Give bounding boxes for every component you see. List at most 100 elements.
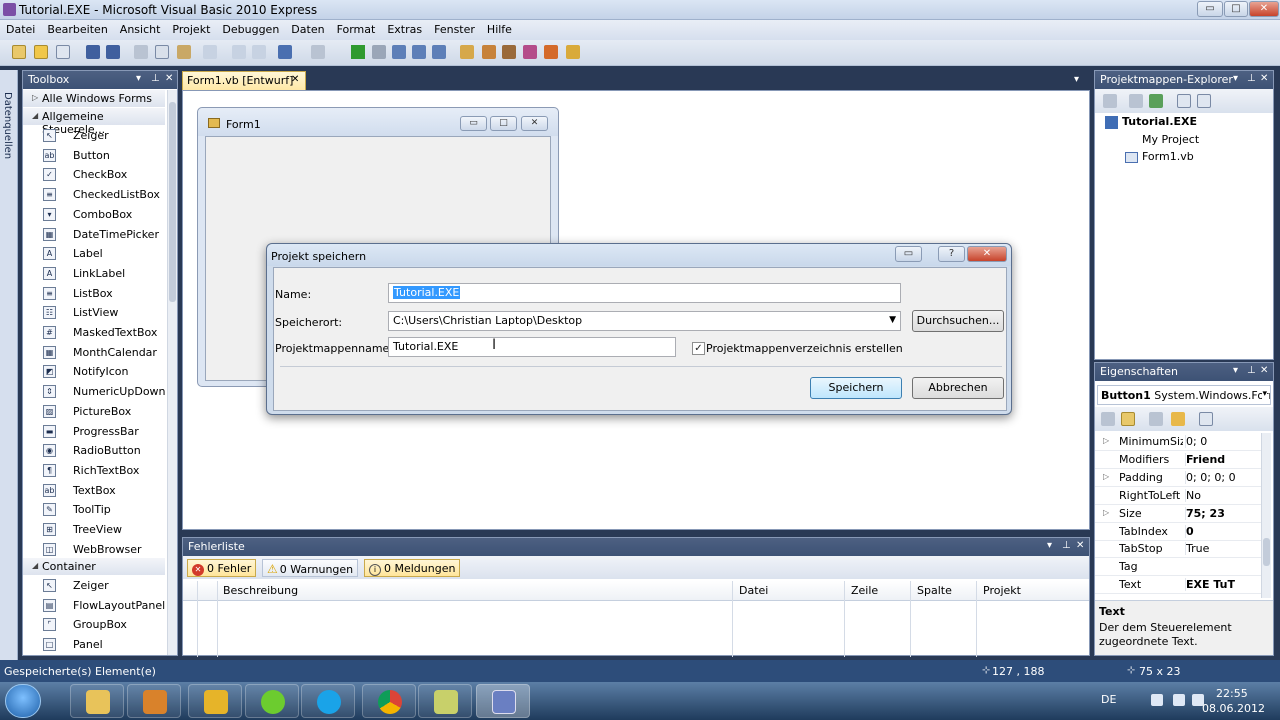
alphabetical-icon[interactable] <box>1121 412 1135 426</box>
view-code-icon[interactable] <box>1177 94 1191 108</box>
toolbox-item-datetimepicker[interactable]: ▦ DateTimePicker <box>23 225 165 244</box>
toolbox-item-listbox[interactable]: ≡ ListBox <box>23 284 165 303</box>
restore-button[interactable]: ▭ <box>895 246 922 262</box>
pin-icon[interactable]: ⊥ <box>151 73 160 84</box>
property-row-tabindex[interactable]: TabIndex 0 <box>1095 523 1261 541</box>
menu-bearbeiten[interactable]: Bearbeiten <box>41 20 113 36</box>
new-project-icon[interactable] <box>12 45 26 59</box>
start-page-icon[interactable] <box>544 45 558 59</box>
toolbox-item-combobox[interactable]: ▾ ComboBox <box>23 205 165 224</box>
properties-scrollbar[interactable] <box>1261 433 1271 598</box>
stop-icon[interactable] <box>372 45 386 59</box>
toolbox-item-numericupdown[interactable]: ⇕ NumericUpDown <box>23 382 166 401</box>
messages-filter-button[interactable]: i0 Meldungen <box>364 559 461 577</box>
battery-icon[interactable] <box>1173 694 1185 706</box>
toolbox-item-radiobutton[interactable]: ◉ RadioButton <box>23 441 165 460</box>
browse-button[interactable]: Durchsuchen... <box>912 310 1004 332</box>
menu-format[interactable]: Format <box>331 20 382 36</box>
toolbox-item-monthcalendar[interactable]: ▦ MonthCalendar <box>23 343 165 362</box>
property-row-tabstop[interactable]: TabStop True <box>1095 540 1261 559</box>
warnings-filter-button[interactable]: ⚠ 0 Warnungen <box>262 559 359 577</box>
toolbox-item-treeview[interactable]: ⊞ TreeView <box>23 520 165 539</box>
close-icon[interactable]: ✕ <box>1260 365 1268 376</box>
events-icon[interactable] <box>1171 412 1185 426</box>
tab-form1-design[interactable]: Form1.vb [Entwurf] ✕ <box>182 71 306 90</box>
save-all-icon[interactable] <box>106 45 120 59</box>
properties-icon[interactable] <box>1149 412 1163 426</box>
add-item-icon[interactable] <box>56 45 70 59</box>
redo-icon[interactable] <box>311 45 325 59</box>
property-row-minimumsiz[interactable]: ▷ MinimumSiz 0; 0 <box>1095 433 1261 451</box>
scroll-thumb[interactable] <box>1263 538 1270 566</box>
property-row-righttoleft[interactable]: RightToLeft No <box>1095 487 1261 505</box>
property-row-text[interactable]: Text EXE TuT <box>1095 576 1261 595</box>
save-button[interactable]: Speichern <box>810 377 902 399</box>
categorized-icon[interactable] <box>1101 412 1115 426</box>
toolbox-item-zeiger[interactable]: ↖ Zeiger <box>23 576 165 595</box>
toolbox-scrollbar[interactable] <box>167 90 177 655</box>
chevron-down-icon[interactable]: ▾ <box>1047 540 1052 551</box>
undo-icon[interactable] <box>278 45 292 59</box>
chevron-down-icon[interactable]: ▾ <box>1074 74 1079 85</box>
close-icon[interactable]: ✕ <box>291 74 299 85</box>
extensions-icon[interactable] <box>566 45 580 59</box>
solution-explorer-icon[interactable] <box>460 45 474 59</box>
pin-icon[interactable]: ⊥ <box>1247 365 1256 376</box>
menu-ansicht[interactable]: Ansicht <box>114 20 167 36</box>
create-directory-checkbox[interactable]: ✓ <box>692 342 705 355</box>
toolbox-item-groupbox[interactable]: ⌜ GroupBox <box>23 615 165 634</box>
step-icon[interactable] <box>392 45 406 59</box>
tree-node-my-project[interactable]: My Project <box>1125 133 1199 146</box>
maximize-button[interactable]: □ <box>1224 1 1248 17</box>
close-button[interactable]: ✕ <box>1249 1 1279 17</box>
toolbox-icon[interactable] <box>502 45 516 59</box>
errors-filter-button[interactable]: ✕ 0 Fehler <box>187 559 257 577</box>
close-icon[interactable]: ✕ <box>1260 73 1268 84</box>
pin-icon[interactable]: ⊥ <box>1247 73 1256 84</box>
toolbox-item-checkedlistbox[interactable]: ≡ CheckedListBox <box>23 185 165 204</box>
network-icon[interactable] <box>1151 694 1163 706</box>
toolbox-item-tooltip[interactable]: ✎ ToolTip <box>23 500 165 519</box>
chevron-down-icon[interactable]: ▾ <box>1233 73 1238 84</box>
copy-icon[interactable] <box>155 45 169 59</box>
minimize-button[interactable]: ▭ <box>1197 1 1223 17</box>
cut-icon[interactable] <box>134 45 148 59</box>
object-selector[interactable]: Button1 System.Windows.Form ▾ <box>1097 385 1271 405</box>
property-row-size[interactable]: ▷ Size 75; 23 <box>1095 505 1261 523</box>
menu-hilfe[interactable]: Hilfe <box>481 20 518 36</box>
taskbar-explorer-icon[interactable] <box>70 684 124 718</box>
find-icon[interactable] <box>203 45 217 59</box>
taskbar-chrome-icon[interactable] <box>362 684 416 718</box>
col-spalte[interactable]: Spalte <box>917 584 952 597</box>
taskbar-media-player-icon[interactable] <box>127 684 181 718</box>
col-projekt[interactable]: Projekt <box>983 584 1021 597</box>
tree-node-project[interactable]: Tutorial.EXE <box>1105 115 1197 129</box>
toolbox-item-maskedtextbox[interactable]: # MaskedTextBox <box>23 323 165 342</box>
toolbox-item-webbrowser[interactable]: ◫ WebBrowser <box>23 540 165 559</box>
cancel-button[interactable]: Abbrechen <box>912 377 1004 399</box>
chevron-down-icon[interactable]: ▾ <box>136 73 141 84</box>
property-pages-icon[interactable] <box>1199 412 1213 426</box>
toolbox-item-linklabel[interactable]: A LinkLabel <box>23 264 165 283</box>
menu-daten[interactable]: Daten <box>285 20 330 36</box>
close-icon[interactable]: ✕ <box>165 73 173 84</box>
col-beschreibung[interactable]: Beschreibung <box>223 584 298 597</box>
clock-date[interactable]: 08.06.2012 <box>1202 702 1265 715</box>
property-row-padding[interactable]: ▷ Padding 0; 0; 0; 0 <box>1095 469 1261 487</box>
toolbox-item-listview[interactable]: ☷ ListView <box>23 303 165 322</box>
menu-projekt[interactable]: Projekt <box>166 20 216 36</box>
close-icon[interactable]: ✕ <box>1076 540 1084 551</box>
name-field[interactable]: Tutorial.EXE <box>388 283 901 303</box>
toolbox-item-flowlayoutpanel[interactable]: ▤ FlowLayoutPanel <box>23 596 165 615</box>
toolbox-item-textbox[interactable]: ab TextBox <box>23 481 165 500</box>
help-button[interactable]: ? <box>938 246 965 262</box>
menu-extras[interactable]: Extras <box>381 20 428 36</box>
toolbox-group-all[interactable]: ▷ Alle Windows Forms <box>23 90 165 107</box>
toolbox-item-notifyicon[interactable]: ◩ NotifyIcon <box>23 362 165 381</box>
paste-icon[interactable] <box>177 45 191 59</box>
toolbox-item-progressbar[interactable]: ▬ ProgressBar <box>23 422 165 441</box>
side-tab-datenquellen[interactable]: Datenquellen <box>2 92 13 159</box>
menu-fenster[interactable]: Fenster <box>428 20 481 36</box>
toolbox-item-zeiger[interactable]: ↖ Zeiger <box>23 126 165 145</box>
tree-node-form1[interactable]: Form1.vb <box>1125 150 1194 163</box>
